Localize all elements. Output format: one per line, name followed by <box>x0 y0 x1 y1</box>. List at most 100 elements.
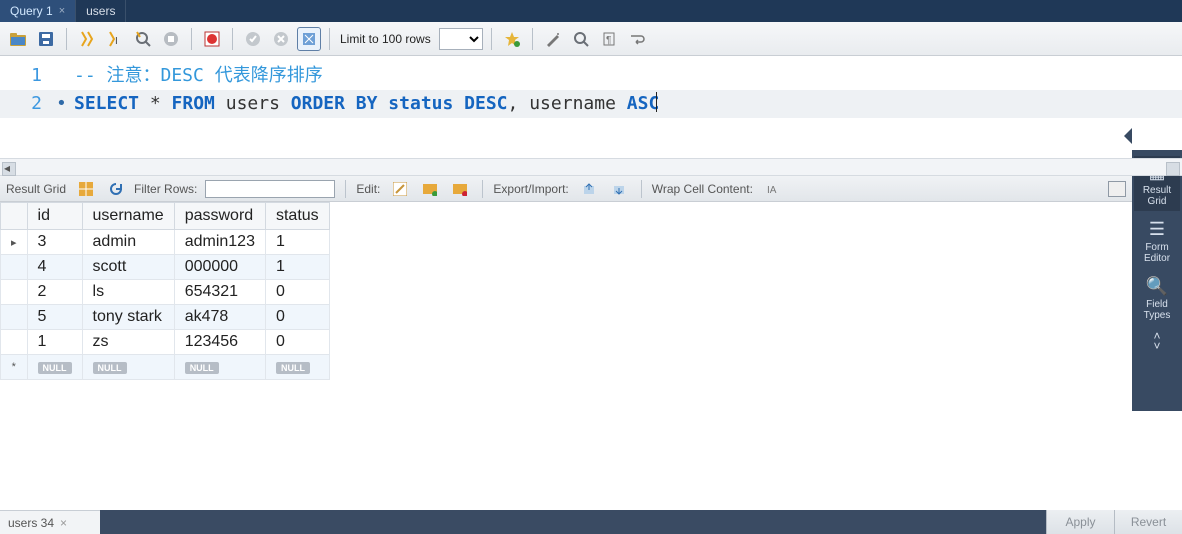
row-handle[interactable] <box>1 280 28 305</box>
grid-view-icon[interactable] <box>74 177 98 201</box>
edit-row-icon[interactable] <box>388 177 412 201</box>
field-types-icon: 🔍 <box>1134 276 1180 297</box>
cell-username[interactable]: admin <box>82 230 174 255</box>
apply-button[interactable]: Apply <box>1046 510 1114 534</box>
open-file-button[interactable] <box>6 27 30 51</box>
close-icon[interactable]: × <box>59 5 65 17</box>
cell-null[interactable]: NULL <box>174 355 265 380</box>
row-handle[interactable]: ▸ <box>1 230 28 255</box>
row-handle-header <box>1 203 28 230</box>
table-row-new[interactable]: *NULLNULLNULLNULL <box>1 355 330 380</box>
chevron-down-icon[interactable]: ˅ <box>1153 341 1160 351</box>
column-header-status[interactable]: status <box>265 203 329 230</box>
cell-status[interactable]: 0 <box>265 305 329 330</box>
separator <box>345 180 346 198</box>
wrap-cell-icon[interactable]: IA <box>761 177 785 201</box>
cell-null[interactable]: NULL <box>27 355 82 380</box>
cell-password[interactable]: 123456 <box>174 330 265 355</box>
side-field-types[interactable]: 🔍 Field Types <box>1134 270 1180 325</box>
import-icon[interactable] <box>607 177 631 201</box>
row-handle[interactable] <box>1 255 28 280</box>
cell-username[interactable]: scott <box>82 255 174 280</box>
add-row-icon[interactable] <box>418 177 442 201</box>
cell-status[interactable]: 1 <box>265 255 329 280</box>
cell-id[interactable]: 2 <box>27 280 82 305</box>
row-handle[interactable] <box>1 305 28 330</box>
stop-button[interactable] <box>159 27 183 51</box>
result-grid-label: Result Grid <box>6 182 66 196</box>
cell-id[interactable]: 3 <box>27 230 82 255</box>
column-header-id[interactable]: id <box>27 203 82 230</box>
code-line[interactable]: SELECT * FROM users ORDER BY status DESC… <box>74 90 1182 118</box>
limit-label: Limit to 100 rows <box>340 32 431 46</box>
limit-select[interactable] <box>439 28 483 50</box>
revert-button[interactable]: Revert <box>1114 510 1182 534</box>
result-grid[interactable]: id username password status ▸3adminadmin… <box>0 202 1132 411</box>
save-button[interactable] <box>34 27 58 51</box>
table-row[interactable]: ▸3adminadmin1231 <box>1 230 330 255</box>
cell-password[interactable]: 654321 <box>174 280 265 305</box>
delete-row-icon[interactable] <box>448 177 472 201</box>
table-row[interactable]: 5tony starkak4780 <box>1 305 330 330</box>
column-header-username[interactable]: username <box>82 203 174 230</box>
cell-null[interactable]: NULL <box>265 355 329 380</box>
cell-password[interactable]: admin123 <box>174 230 265 255</box>
separator <box>66 28 67 50</box>
row-handle[interactable]: * <box>1 355 28 380</box>
line-number: 1 <box>0 62 56 90</box>
cell-username[interactable]: zs <box>82 330 174 355</box>
cell-id[interactable]: 4 <box>27 255 82 280</box>
table-row[interactable]: 4scott0000001 <box>1 255 330 280</box>
wrap-label: Wrap Cell Content: <box>652 182 753 196</box>
cell-username[interactable]: ls <box>82 280 174 305</box>
bottom-result-tab[interactable]: users 34 × <box>0 510 100 534</box>
row-handle[interactable] <box>1 330 28 355</box>
side-form-editor[interactable]: ☰ Form Editor <box>1134 213 1180 268</box>
panel-toggle-icon[interactable] <box>1108 181 1126 197</box>
cell-status[interactable]: 1 <box>265 230 329 255</box>
cell-id[interactable]: 1 <box>27 330 82 355</box>
find-button[interactable] <box>569 27 593 51</box>
sql-editor[interactable]: 1 -- 注意：DESC 代表降序排序 2 • SELECT * FROM us… <box>0 56 1182 118</box>
export-label: Export/Import: <box>493 182 568 196</box>
svg-text:IA: IA <box>767 185 777 196</box>
tab-query1[interactable]: Query 1 × <box>0 0 76 22</box>
table-row[interactable]: 2ls6543210 <box>1 280 330 305</box>
rollback-button[interactable] <box>269 27 293 51</box>
editor-horizontal-scrollbar[interactable]: ◂ ▸ <box>0 158 1182 176</box>
scroll-left-icon[interactable]: ◂ <box>4 161 10 175</box>
query-tab-bar: Query 1 × users <box>0 0 1182 22</box>
filter-rows-input[interactable] <box>205 180 335 198</box>
wrap-button[interactable] <box>625 27 649 51</box>
table-row[interactable]: 1zs1234560 <box>1 330 330 355</box>
code-line[interactable]: -- 注意：DESC 代表降序排序 <box>74 62 1182 90</box>
autocommit-toggle[interactable] <box>297 27 321 51</box>
execute-current-button[interactable]: I <box>103 27 127 51</box>
cell-password[interactable]: 000000 <box>174 255 265 280</box>
cell-password[interactable]: ak478 <box>174 305 265 330</box>
cell-status[interactable]: 0 <box>265 330 329 355</box>
commit-button[interactable] <box>241 27 265 51</box>
beautify-button[interactable] <box>541 27 565 51</box>
export-icon[interactable] <box>577 177 601 201</box>
favorite-button[interactable] <box>500 27 524 51</box>
side-nav-arrows[interactable]: ˄ ˅ <box>1153 331 1160 351</box>
invisible-chars-button[interactable]: ¶ <box>597 27 621 51</box>
form-icon: ☰ <box>1134 219 1180 240</box>
bottom-bar: users 34 × Apply Revert <box>0 510 1182 534</box>
stop-on-error-button[interactable] <box>200 27 224 51</box>
tab-users[interactable]: users <box>76 0 126 22</box>
close-icon[interactable]: × <box>60 516 67 530</box>
cell-id[interactable]: 5 <box>27 305 82 330</box>
execute-button[interactable] <box>75 27 99 51</box>
cell-status[interactable]: 0 <box>265 280 329 305</box>
refresh-icon[interactable] <box>104 177 128 201</box>
cell-username[interactable]: tony stark <box>82 305 174 330</box>
tab-label: users <box>86 4 115 18</box>
scroll-right-icon[interactable]: ▸ <box>1172 161 1178 175</box>
filter-label: Filter Rows: <box>134 182 197 196</box>
explain-button[interactable] <box>131 27 155 51</box>
cell-null[interactable]: NULL <box>82 355 174 380</box>
separator <box>329 28 330 50</box>
column-header-password[interactable]: password <box>174 203 265 230</box>
